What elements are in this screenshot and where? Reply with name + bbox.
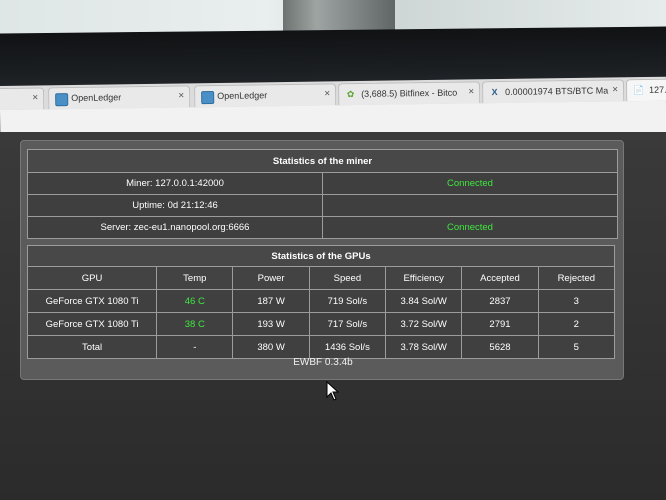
column-header: Accepted xyxy=(461,266,539,290)
column-header: Power xyxy=(232,266,310,290)
gpu-accepted: 2837 xyxy=(461,289,539,313)
x-icon: X xyxy=(491,87,498,98)
gpu-speed: 719 Sol/s xyxy=(308,289,387,313)
version-label: EWBF 0.3.4b xyxy=(293,357,353,368)
miner-panel: Statistics of the miner Miner: 127.0.0.1… xyxy=(20,140,624,380)
table-row: GeForce GTX 1080 Ti 46 C 187 W 719 Sol/s… xyxy=(26,289,616,313)
gpu-speed: 717 Sol/s xyxy=(308,312,387,336)
total-rejected: 5 xyxy=(537,335,616,359)
gpu-stats-table: Statistics of the GPUs GPU Temp Power Sp… xyxy=(26,245,616,359)
table-row: GeForce GTX 1080 Ti 38 C 193 W 717 Sol/s… xyxy=(26,312,616,336)
browser-tab-0[interactable]: × xyxy=(0,87,45,111)
openledger-icon xyxy=(55,93,69,107)
table-row-total: Total - 380 W 1436 Sol/s 3.78 Sol/W 5628… xyxy=(26,335,616,359)
uptime-empty xyxy=(322,194,618,217)
browser-tab-openledger-1[interactable]: OpenLedger × xyxy=(48,85,191,110)
close-icon[interactable]: × xyxy=(324,88,330,99)
close-icon[interactable]: × xyxy=(32,92,38,103)
miner-address: Miner: 127.0.0.1:42000 xyxy=(27,172,323,195)
openledger-icon xyxy=(201,91,215,105)
gpu-rejected: 2 xyxy=(537,312,616,336)
gpu-temp: 38 C xyxy=(156,312,234,336)
close-icon[interactable]: × xyxy=(612,84,618,95)
total-label: Total xyxy=(26,335,158,359)
server-address: Server: zec-eu1.nanopool.org:6666 xyxy=(27,216,323,239)
miner-status: Connected xyxy=(322,172,618,195)
browser-tab-bitfinex[interactable]: ✿ (3,688.5) Bitfinex - Bitco × xyxy=(337,81,481,106)
column-header: GPU xyxy=(26,266,158,290)
server-status: Connected xyxy=(322,216,618,239)
gpu-name: GeForce GTX 1080 Ti xyxy=(26,312,158,336)
gpu-efficiency: 3.84 Sol/W xyxy=(385,289,463,313)
gpu-power: 187 W xyxy=(232,289,310,313)
tab-title: OpenLedger xyxy=(217,90,268,101)
gpu-temp: 46 C xyxy=(156,289,234,313)
browser-tab-openledger-2[interactable]: OpenLedger × xyxy=(194,83,337,108)
miner-stats-title: Statistics of the miner xyxy=(27,149,618,173)
gpu-power: 193 W xyxy=(232,312,310,336)
mouse-cursor-icon xyxy=(326,381,340,401)
browser-tab-bts-btc[interactable]: X 0.00001974 BTS/BTC Ma × xyxy=(481,79,625,104)
gpu-name: GeForce GTX 1080 Ti xyxy=(26,289,158,313)
tab-title: OpenLedger xyxy=(71,92,122,104)
gpu-rejected: 3 xyxy=(537,289,616,313)
total-temp: - xyxy=(156,335,234,359)
uptime: Uptime: 0d 21:12:46 xyxy=(27,194,323,217)
gpu-efficiency: 3.72 Sol/W xyxy=(385,312,463,336)
browser-tab-active[interactable]: 📄 127.0 xyxy=(625,78,666,102)
gpu-stats-title: Statistics of the GPUs xyxy=(27,245,615,267)
bitfinex-leaf-icon: ✿ xyxy=(346,89,355,100)
tab-title: (3,688.5) Bitfinex - Bitco xyxy=(361,87,458,99)
total-speed: 1436 Sol/s xyxy=(308,335,387,359)
total-efficiency: 3.78 Sol/W xyxy=(385,335,463,359)
total-accepted: 5628 xyxy=(461,335,539,359)
close-icon[interactable]: × xyxy=(178,90,184,101)
close-icon[interactable]: × xyxy=(468,86,474,97)
total-power: 380 W xyxy=(232,335,310,359)
column-header: Efficiency xyxy=(385,266,463,290)
tab-title: 0.00001974 BTS/BTC Ma xyxy=(505,85,609,97)
column-header: Speed xyxy=(308,266,387,290)
miner-stats-table: Statistics of the miner Miner: 127.0.0.1… xyxy=(27,149,618,239)
tab-title: 127.0 xyxy=(649,84,666,95)
gpu-accepted: 2791 xyxy=(461,312,539,336)
column-header: Rejected xyxy=(537,266,616,290)
page-icon: 📄 xyxy=(633,85,645,96)
column-header: Temp xyxy=(156,266,234,290)
